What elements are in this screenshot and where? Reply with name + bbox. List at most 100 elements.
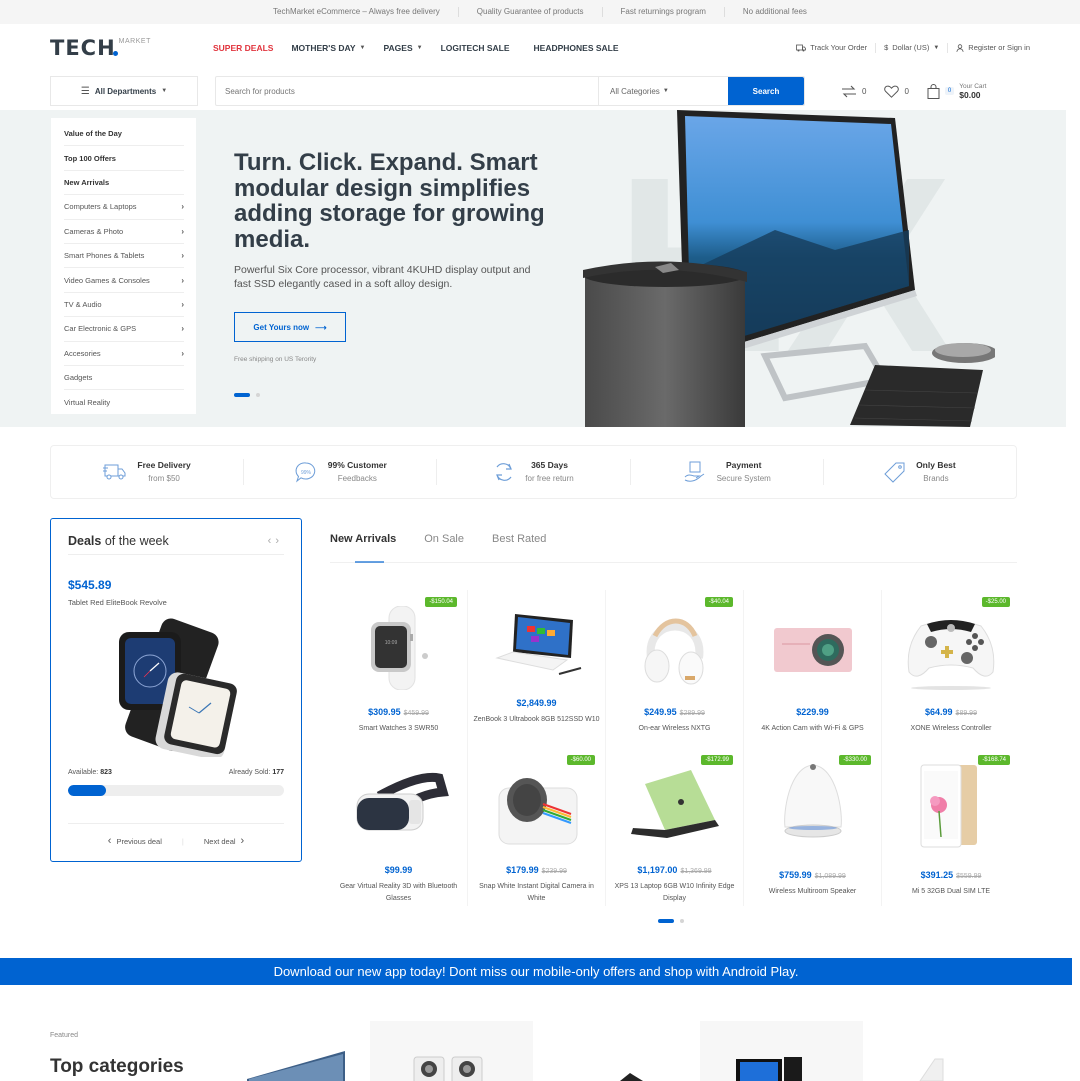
product-name[interactable]: On-ear Wireless NXTG: [610, 723, 739, 735]
cart-button[interactable]: 0 Your Cart $0.00: [927, 82, 986, 100]
product-name[interactable]: ZenBook 3 Ultrabook 8GB 512SSD W10: [472, 714, 601, 726]
search-row: ☰ All Departments ▼ All Categories ▼ Sea…: [0, 72, 1080, 110]
product-image[interactable]: [487, 764, 587, 848]
logo-subtext: MARKET: [118, 38, 151, 45]
logo-text: TECH: [50, 36, 116, 60]
product-price: $99.99: [384, 865, 413, 875]
page-dot[interactable]: [680, 919, 684, 923]
product-card[interactable]: $99.99 Gear Virtual Reality 3D with Bluet…: [330, 748, 468, 906]
product-image[interactable]: [625, 606, 725, 690]
category-card[interactable]: [535, 1021, 698, 1081]
page-dot-active[interactable]: [658, 919, 674, 923]
deal-product-image[interactable]: [111, 617, 246, 757]
featured-label: Featured: [50, 1032, 79, 1039]
nav-logitech-sale[interactable]: LOGITECH SALE: [441, 43, 510, 53]
wishlist-button[interactable]: 0: [884, 85, 909, 98]
tab-new-arrivals[interactable]: New Arrivals: [330, 533, 396, 545]
dept-menu-item[interactable]: Virtual Reality: [64, 390, 184, 414]
divider: |: [181, 836, 184, 846]
product-card[interactable]: -$150.04 10:09 $309.95 $459.99 Smart Watches…: [330, 590, 468, 748]
product-card[interactable]: -$60.00 $179.99 $239.99 Snap White Instant …: [468, 748, 606, 906]
topbar-item: TechMarket eCommerce – Always free deliv…: [255, 7, 459, 17]
header-icons: 0 0 0 Your Cart $0.00: [841, 82, 986, 100]
nav-headphones-sale[interactable]: HEADPHONES SALE: [534, 43, 619, 53]
product-name[interactable]: Gear Virtual Reality 3D with Bluetooth G…: [334, 881, 463, 905]
account-link[interactable]: Register or Sign in: [948, 43, 1030, 53]
logo[interactable]: TECH MARKET: [50, 36, 213, 60]
get-yours-now-button[interactable]: Get Yours now ⟶: [234, 312, 346, 342]
dept-menu-item[interactable]: Value of the Day: [64, 122, 184, 147]
dept-menu-item[interactable]: Computers & Laptops ›: [64, 195, 184, 220]
chevron-left-icon: ‹: [107, 835, 112, 847]
topbar-item: Quality Guarantee of products: [459, 7, 603, 17]
product-old-price: $239.99: [541, 868, 567, 875]
dept-menu-item[interactable]: New Arrivals: [64, 171, 184, 196]
dept-menu-item[interactable]: Smart Phones & Tablets ›: [64, 244, 184, 269]
slide-dot-active[interactable]: [234, 393, 250, 397]
slide-dot[interactable]: [256, 393, 260, 397]
category-card[interactable]: [370, 1021, 533, 1081]
dept-menu-item[interactable]: Video Games & Consoles ›: [64, 268, 184, 293]
deal-product-name[interactable]: Tablet Red EliteBook Revolve: [68, 598, 167, 607]
product-name[interactable]: Wireless Multiroom Speaker: [748, 886, 877, 898]
search-input[interactable]: [216, 77, 598, 105]
track-order-link[interactable]: Track Your Order: [788, 43, 877, 53]
category-select[interactable]: All Categories ▼: [598, 77, 728, 105]
all-departments-button[interactable]: ☰ All Departments ▼: [50, 76, 198, 106]
product-image[interactable]: [625, 764, 725, 848]
product-image[interactable]: [901, 764, 1001, 848]
nav-pages[interactable]: PAGES ▼: [383, 43, 422, 53]
product-image[interactable]: [763, 764, 863, 848]
topbar-item: No additional fees: [742, 7, 807, 16]
dept-menu-item[interactable]: Gadgets: [64, 366, 184, 391]
chevron-right-icon[interactable]: ›: [275, 535, 283, 547]
dept-menu-item[interactable]: TV & Audio ›: [64, 293, 184, 318]
product-image[interactable]: [901, 606, 1001, 690]
category-card[interactable]: [865, 1021, 1028, 1081]
product-card[interactable]: -$25.00 $64.99 $89.99 XONE Wireless Control…: [882, 590, 1020, 748]
product-name[interactable]: XONE Wireless Controller: [886, 723, 1016, 735]
product-card[interactable]: $2,849.99 ZenBook 3 Ultrabook 8GB 512SSD …: [468, 590, 606, 748]
category-card[interactable]: [700, 1021, 863, 1081]
app-download-banner[interactable]: Download our new app today! Dont miss ou…: [0, 958, 1072, 985]
product-image[interactable]: [349, 764, 449, 848]
tab-best-rated[interactable]: Best Rated: [492, 533, 546, 545]
product-name[interactable]: XPS 13 Laptop 6GB W10 Infinity Edge Disp…: [610, 881, 739, 905]
hero-shipping-note: Free shipping on US Terority: [234, 356, 317, 363]
product-name[interactable]: 4K Action Cam with Wi-Fi & GPS: [748, 723, 877, 735]
product-name[interactable]: Mi 5 32GB Dual SIM LTE: [886, 886, 1016, 898]
dept-menu-item[interactable]: Car Electronic & GPS ›: [64, 317, 184, 342]
product-card[interactable]: -$168.74 $391.25 $559.99 Mi 5 32GB Dual SIM…: [882, 748, 1020, 906]
currency-selector[interactable]: $ Dollar (US) ▼: [876, 43, 949, 53]
category-card[interactable]: [205, 1021, 368, 1081]
next-deal-button[interactable]: Next deal ›: [204, 835, 244, 847]
cart-count: 0: [944, 87, 955, 95]
truck-icon: [103, 464, 126, 480]
search-button[interactable]: Search: [728, 77, 804, 105]
dept-menu-item[interactable]: Top 100 Offers: [64, 146, 184, 171]
product-price: $309.95: [368, 707, 401, 717]
product-name[interactable]: Smart Watches 3 SWR50: [334, 723, 463, 735]
nav-super-deals[interactable]: SUPER DEALS: [213, 43, 273, 53]
product-card[interactable]: $229.99 4K Action Cam with Wi-Fi & GPS: [744, 590, 882, 748]
product-image[interactable]: [763, 606, 863, 690]
compare-button[interactable]: 0: [841, 85, 866, 98]
product-image[interactable]: 10:09: [349, 606, 449, 690]
tag-icon: [884, 462, 905, 483]
previous-deal-button[interactable]: ‹ Previous deal: [108, 835, 162, 847]
product-card[interactable]: -$40.04 $249.95 $289.99 On-ear Wireless NXT…: [606, 590, 744, 748]
product-grid: -$150.04 10:09 $309.95 $459.99 Smart Watches…: [330, 590, 1020, 906]
shopping-bag-icon: [927, 83, 940, 99]
product-card[interactable]: -$172.99 $1,197.00 $1,369.99 XPS 13 Laptop …: [606, 748, 744, 906]
product-image[interactable]: [487, 606, 587, 690]
product-tabs: New Arrivals On Sale Best Rated: [330, 533, 546, 545]
tab-on-sale[interactable]: On Sale: [424, 533, 464, 545]
chevron-right-icon: ›: [181, 275, 184, 285]
divider: [68, 823, 284, 824]
nav-mothers-day[interactable]: MOTHER'S DAY ▼: [291, 43, 365, 53]
dept-menu-item[interactable]: Accesories ›: [64, 342, 184, 366]
dept-menu-item[interactable]: Cameras & Photo ›: [64, 220, 184, 244]
hero-subtitle: Powerful Six Core processor, vibrant 4KU…: [234, 264, 531, 290]
product-card[interactable]: -$330.00 $759.99 $1,089.99 Wireless Multiro…: [744, 748, 882, 906]
product-name[interactable]: Snap White Instant Digital Camera in Whi…: [472, 881, 601, 905]
